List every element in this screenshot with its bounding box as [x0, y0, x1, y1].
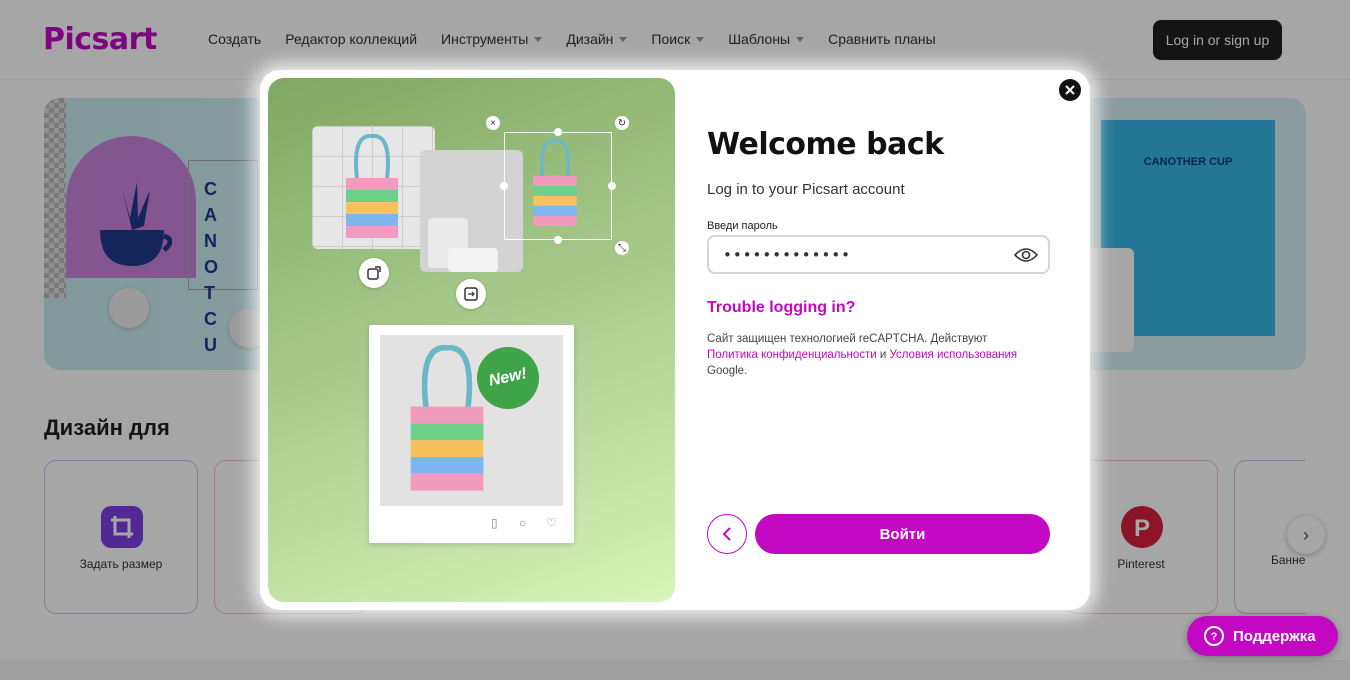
- resize-handle: [554, 236, 562, 244]
- back-button[interactable]: [707, 514, 747, 554]
- modal-subtitle: Log in to your Picsart account: [707, 181, 905, 198]
- password-field[interactable]: [707, 235, 1050, 274]
- login-modal: × ↻ ⤡ New! ▯ ○ ♡ Welcome back Log in to …: [260, 70, 1090, 610]
- login-submit-button[interactable]: Войти: [755, 514, 1050, 554]
- close-icon: ×: [486, 116, 500, 130]
- chevron-left-icon: [722, 527, 731, 541]
- comment-icon: ○: [519, 516, 527, 530]
- resize-handle: [500, 182, 508, 190]
- modal-title: Welcome back: [707, 127, 944, 162]
- privacy-policy-link[interactable]: Политика конфиденциальности: [707, 349, 877, 361]
- close-modal-button[interactable]: [1059, 79, 1081, 101]
- google-text: Google.: [707, 365, 748, 377]
- promo-artwork: × ↻ ⤡ New! ▯ ○ ♡: [268, 78, 675, 602]
- ai-edit-icon: [359, 258, 389, 288]
- help-chat-icon: ?: [1204, 626, 1224, 646]
- support-button[interactable]: ? Поддержка: [1187, 616, 1338, 656]
- recaptcha-text: Сайт защищен технологией reCAPTCHA. Дейс…: [707, 333, 988, 345]
- replace-icon: [456, 279, 486, 309]
- support-label: Поддержка: [1233, 627, 1316, 645]
- bookmark-icon: ▯: [491, 516, 498, 530]
- bag-image-selected: [533, 139, 577, 226]
- social-post-card: New! ▯ ○ ♡: [369, 325, 574, 543]
- trouble-logging-in-link[interactable]: Trouble logging in?: [707, 299, 855, 317]
- resize-handle: [608, 182, 616, 190]
- bag-image: [346, 134, 398, 238]
- svg-text:?: ?: [1211, 631, 1218, 643]
- password-label: Введи пароль: [707, 220, 778, 232]
- and-text: и: [879, 349, 887, 361]
- recaptcha-notice: Сайт защищен технологией reCAPTCHA. Дейс…: [707, 331, 1047, 379]
- terms-link[interactable]: Условия использования: [890, 349, 1018, 361]
- resize-handle: [554, 128, 562, 136]
- rotate-icon: ↻: [615, 116, 629, 130]
- close-icon: [1065, 85, 1075, 95]
- heart-icon: ♡: [546, 516, 557, 530]
- podium-shape: [448, 248, 498, 272]
- bag-image: [410, 345, 484, 491]
- scale-icon: ⤡: [615, 241, 629, 255]
- show-password-icon[interactable]: [1014, 246, 1038, 264]
